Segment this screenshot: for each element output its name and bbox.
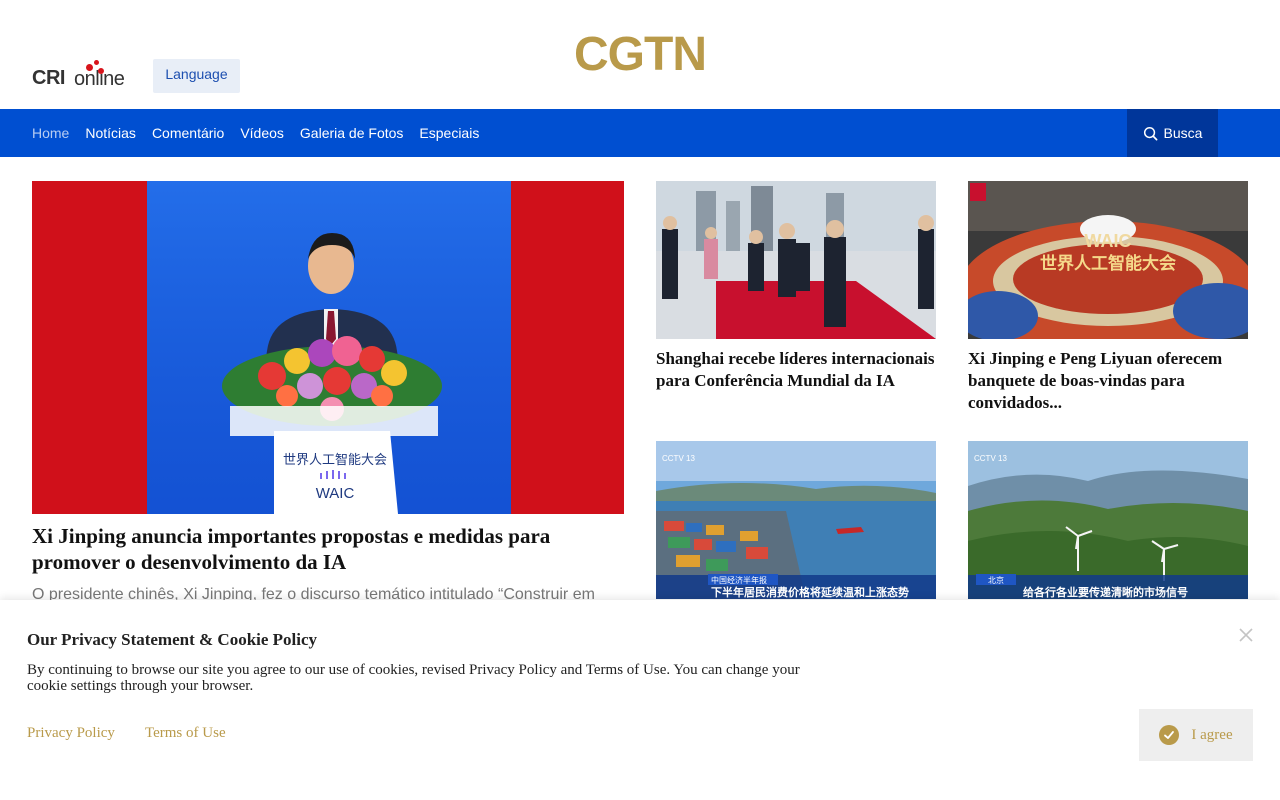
terms-of-use-link[interactable]: Terms of Use [145,725,226,742]
search-label: Busca [1163,125,1203,141]
nav-item-noticias[interactable]: Notícias [85,125,136,141]
nav-item-galeria[interactable]: Galeria de Fotos [300,125,404,141]
search-button[interactable]: Busca [1127,109,1218,157]
search-icon [1143,126,1157,140]
feature-title[interactable]: Xi Jinping anuncia importantes propostas… [32,523,624,575]
svg-text:CCTV 13: CCTV 13 [974,454,1007,463]
cri-online-logo[interactable]: CRI online [32,60,136,90]
check-icon [1159,725,1180,745]
nav-item-videos[interactable]: Vídeos [240,125,284,141]
svg-text:世界人工智能大会: 世界人工智能大会 [283,453,387,468]
svg-text:下半年居民消费价格将延续温和上涨态势: 下半年居民消费价格将延续温和上涨态势 [711,585,909,599]
svg-text:CCTV 13: CCTV 13 [662,454,695,463]
nav-item-comentario[interactable]: Comentário [152,125,224,141]
cookie-text: By continuing to browse our site you agr… [27,662,800,694]
nav-items: Home Notícias Comentário Vídeos Galeria … [32,109,495,157]
nav-item-home[interactable]: Home [32,125,69,141]
svg-text:WAIC: WAIC [1085,231,1132,251]
feature-image[interactable]: 世界人工智能大会 WAIC [32,181,624,514]
svg-text:北京: 北京 [988,575,1004,585]
cgtn-logo[interactable]: CGTN [570,28,710,82]
card-image-4[interactable]: 北京 给各行各业要传递清晰的市场信号 CCTV 13 [968,441,1248,599]
agree-button[interactable]: I agree [1139,709,1253,761]
privacy-policy-link[interactable]: Privacy Policy [27,725,115,742]
main-nav: Home Notícias Comentário Vídeos Galeria … [0,109,1280,157]
svg-text:中国经济半年报: 中国经济半年报 [711,575,767,585]
svg-text:世界人工智能大会: 世界人工智能大会 [1040,253,1176,274]
svg-text:给各行各业要传递清晰的市场信号: 给各行各业要传递清晰的市场信号 [1023,585,1188,599]
card-image-3[interactable]: 中国经济半年报 下半年居民消费价格将延续温和上涨态势 CCTV 13 [656,441,936,599]
cookie-title: Our Privacy Statement & Cookie Policy [27,630,318,649]
site-header: CRI online Language CGTN [0,0,1280,109]
agree-label: I agree [1191,726,1233,743]
svg-text:WAIC: WAIC [316,485,355,502]
close-icon[interactable] [1237,626,1255,644]
card-image-2[interactable]: WAIC 世界人工智能大会 [968,181,1248,339]
nav-item-especiais[interactable]: Especiais [419,125,479,141]
card-title-1[interactable]: Shanghai recebe líderes internacionais p… [656,348,936,392]
language-button[interactable]: Language [153,59,240,93]
card-title-2[interactable]: Xi Jinping e Peng Liyuan oferecem banque… [968,348,1248,414]
card-image-1[interactable] [656,181,936,339]
cookie-banner: Our Privacy Statement & Cookie Policy By… [0,600,1280,800]
